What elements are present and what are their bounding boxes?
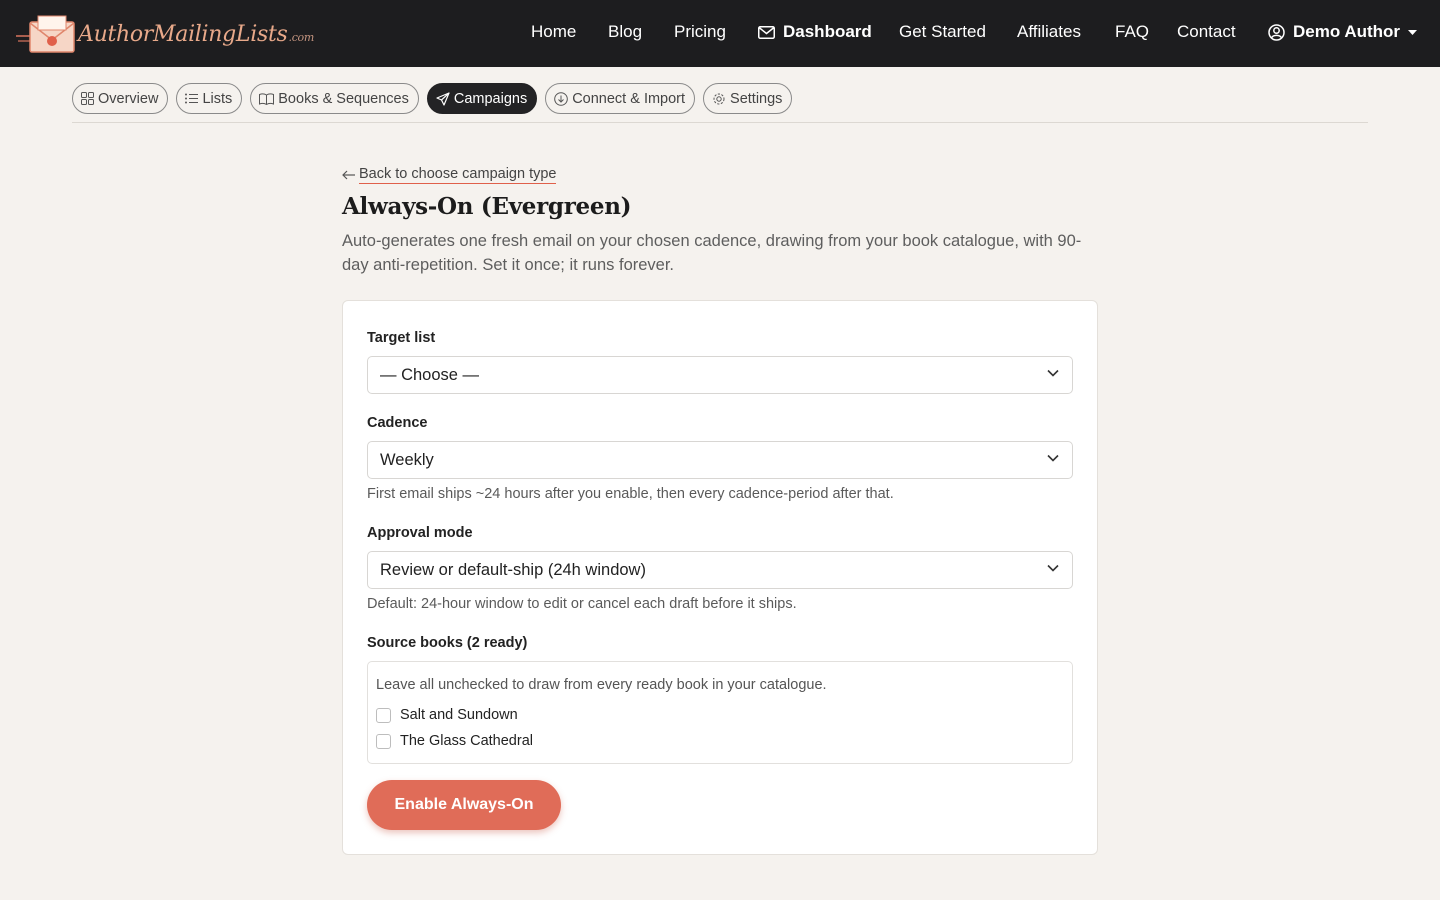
user-name: Demo Author: [1293, 22, 1401, 41]
list-icon: [185, 93, 199, 104]
nav-pricing[interactable]: Pricing: [674, 22, 726, 42]
user-circle-icon: [1268, 23, 1285, 41]
book-icon: [259, 93, 275, 105]
target-list-select[interactable]: — Choose —: [367, 356, 1073, 394]
book-checkbox-row[interactable]: The Glass Cathedral: [376, 733, 533, 749]
tab-label: Overview: [98, 90, 159, 107]
cadence-select[interactable]: Weekly: [367, 441, 1073, 479]
back-link[interactable]: Back to choose campaign type: [342, 166, 557, 184]
target-list-value: — Choose —: [380, 365, 480, 384]
chevron-down-icon: [1047, 564, 1059, 572]
source-books-note: Leave all unchecked to draw from every r…: [376, 677, 827, 693]
nav-get-started[interactable]: Get Started: [899, 22, 986, 42]
nav-dashboard[interactable]: Dashboard: [758, 22, 872, 42]
approval-mode-label: Approval mode: [367, 525, 473, 541]
book-title: The Glass Cathedral: [400, 733, 533, 749]
page-description: Auto-generates one fresh email on your c…: [342, 232, 1082, 274]
send-icon: [436, 91, 450, 106]
chevron-down-icon: [1047, 369, 1059, 377]
book-checkbox[interactable]: [376, 733, 391, 749]
tab-label: Lists: [202, 90, 233, 107]
tab-label: Campaigns: [453, 90, 528, 107]
target-list-label: Target list: [367, 330, 436, 346]
envelope-logo-icon: [16, 14, 76, 54]
top-navbar: AuthorMailingLists.com Home Blog Pricing…: [0, 0, 1440, 67]
envelope-icon: [758, 25, 775, 39]
tab-campaigns[interactable]: Campaigns: [426, 83, 538, 114]
campaign-form-card: Target list — Choose — Cadence Weekly Fi…: [342, 300, 1098, 855]
tab-label: Connect & Import: [572, 90, 686, 107]
enable-always-on-button[interactable]: Enable Always-On: [367, 780, 561, 830]
tab-lists[interactable]: Lists: [176, 83, 243, 114]
tab-label: Books & Sequences: [278, 90, 409, 107]
source-books-label: Source books (2 ready): [367, 635, 528, 651]
brand-logo[interactable]: AuthorMailingLists.com: [16, 14, 314, 54]
tab-overview[interactable]: Overview: [72, 83, 169, 114]
cadence-help-text: First email ships ~24 hours after you en…: [367, 486, 894, 502]
nav-blog[interactable]: Blog: [608, 22, 642, 42]
back-link-label: Back to choose campaign type: [359, 166, 557, 184]
tab-connect-import[interactable]: Connect & Import: [545, 83, 696, 114]
approval-mode-value: Review or default-ship (24h window): [380, 560, 646, 579]
cadence-label: Cadence: [367, 415, 428, 431]
tab-books-sequences[interactable]: Books & Sequences: [250, 83, 419, 114]
page-title: Always-On (Evergreen): [342, 193, 632, 220]
tabs-divider: [72, 122, 1368, 123]
arrow-left-icon: [342, 170, 355, 180]
chevron-down-icon: [1047, 454, 1059, 462]
nav-home[interactable]: Home: [531, 22, 576, 42]
book-checkbox[interactable]: [376, 707, 391, 723]
nav-dashboard-label: Dashboard: [783, 22, 872, 41]
gear-icon: [713, 93, 725, 104]
download-circle-icon: [554, 91, 569, 106]
approval-help-text: Default: 24-hour window to edit or cance…: [367, 596, 797, 612]
nav-faq[interactable]: FAQ: [1115, 22, 1149, 42]
approval-mode-select[interactable]: Review or default-ship (24h window): [367, 551, 1073, 589]
source-books-box: Leave all unchecked to draw from every r…: [367, 661, 1073, 764]
tab-settings[interactable]: Settings: [703, 83, 793, 114]
book-checkbox-row[interactable]: Salt and Sundown: [376, 707, 518, 723]
caret-down-icon: [1408, 29, 1418, 35]
grid-icon: [81, 92, 94, 105]
user-menu[interactable]: Demo Author: [1268, 22, 1418, 42]
book-title: Salt and Sundown: [400, 707, 518, 723]
cadence-value: Weekly: [380, 450, 434, 469]
brand-name: AuthorMailingLists.com: [78, 21, 315, 47]
nav-contact[interactable]: Contact: [1177, 22, 1236, 42]
section-tabs: Overview Lists Books & Sequences Campaig…: [72, 83, 793, 114]
nav-affiliates[interactable]: Affiliates: [1017, 22, 1081, 42]
tab-label: Settings: [730, 90, 783, 107]
